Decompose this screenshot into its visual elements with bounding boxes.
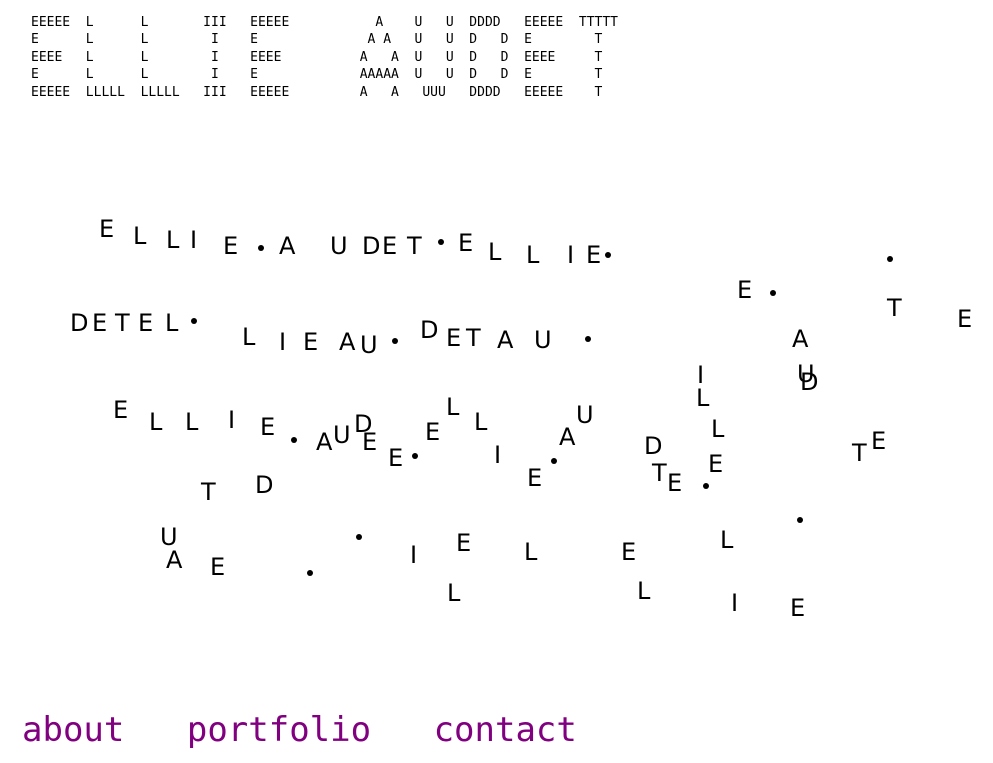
- scattered-letter: L: [166, 226, 180, 254]
- scattered-dot: [438, 239, 444, 245]
- scattered-letter: D: [255, 471, 274, 499]
- scattered-letter: E: [737, 276, 753, 304]
- scattered-letter: L: [133, 222, 147, 250]
- scattered-letter: A: [497, 326, 514, 354]
- scattered-letter: E: [456, 529, 472, 557]
- scattered-dot: [392, 338, 398, 344]
- scattered-letter: L: [720, 526, 734, 554]
- nav-link-portfolio[interactable]: portfolio: [187, 710, 371, 750]
- scattered-letter: E: [790, 594, 806, 622]
- scattered-letter: I: [567, 241, 575, 269]
- scattered-dot: [605, 252, 611, 258]
- scattered-letter: T: [115, 309, 130, 337]
- scattered-letter: E: [708, 450, 724, 478]
- scattered-dot: [551, 458, 557, 464]
- nav-link-about[interactable]: about: [22, 710, 124, 750]
- scattered-letter: L: [526, 241, 540, 269]
- scattered-letter: E: [303, 328, 319, 356]
- scattered-letter: D: [362, 232, 381, 260]
- scattered-dot: [356, 534, 362, 540]
- scattered-letter: T: [652, 459, 667, 487]
- scattered-letter: A: [339, 328, 356, 356]
- scattered-dot: [412, 453, 418, 459]
- scattered-letter: U: [330, 232, 348, 260]
- scattered-letter: T: [852, 439, 867, 467]
- scattered-letter: D: [420, 316, 439, 344]
- scattered-letter: E: [667, 469, 683, 497]
- scattered-dot: [585, 336, 591, 342]
- scattered-letter: E: [92, 309, 108, 337]
- scattered-letter: E: [223, 232, 239, 260]
- scattered-dot: [703, 483, 709, 489]
- scattered-letter: A: [166, 546, 183, 574]
- scattered-letter: I: [190, 226, 198, 254]
- scattered-letter: E: [586, 241, 602, 269]
- scattered-letter: I: [228, 406, 236, 434]
- scattered-letter: L: [474, 408, 488, 436]
- scattered-letter: U: [333, 421, 351, 449]
- scattered-dot: [307, 570, 313, 576]
- scattered-letter: A: [559, 423, 576, 451]
- scattered-letter: U: [576, 401, 594, 429]
- scattered-letter: T: [201, 478, 216, 506]
- scattered-letter: A: [316, 428, 333, 456]
- scattered-letter: E: [871, 427, 887, 455]
- scattered-letter: L: [149, 408, 163, 436]
- scattered-dot: [258, 245, 264, 251]
- scattered-letter: D: [70, 309, 89, 337]
- scattered-dot: [797, 517, 803, 523]
- scattered-letter: T: [466, 324, 481, 352]
- scattered-letter: E: [210, 553, 226, 581]
- scattered-letter: L: [524, 538, 538, 566]
- scattered-letter: E: [458, 229, 474, 257]
- scattered-letter: D: [800, 368, 819, 396]
- scattered-letter: E: [362, 428, 378, 456]
- scattered-dot: [191, 318, 197, 324]
- scattered-letter: L: [711, 415, 725, 443]
- scattered-letter: E: [113, 396, 129, 424]
- scattered-letter: L: [637, 577, 651, 605]
- scattered-letter: A: [792, 325, 809, 353]
- scattered-dot: [770, 290, 776, 296]
- scattered-letter: E: [425, 418, 441, 446]
- scattered-letter: E: [388, 444, 404, 472]
- scattered-dot: [887, 256, 893, 262]
- scattered-letter: D: [644, 432, 663, 460]
- scattered-letter: E: [382, 232, 398, 260]
- scattered-letter: E: [621, 538, 637, 566]
- scattered-letter: U: [534, 326, 552, 354]
- scattered-letter: U: [360, 331, 378, 359]
- scattered-letter: A: [279, 232, 296, 260]
- scattered-dot: [291, 437, 297, 443]
- scattered-letter: E: [446, 324, 462, 352]
- scattered-letter: T: [407, 232, 422, 260]
- scattered-letter: E: [260, 413, 276, 441]
- scattered-letter: L: [185, 408, 199, 436]
- scattered-letter: L: [488, 238, 502, 266]
- nav-link-contact[interactable]: contact: [434, 710, 577, 750]
- scattered-letter: E: [99, 215, 115, 243]
- main-navigation: about portfolio contact: [22, 708, 619, 752]
- scattered-letter: E: [957, 305, 973, 333]
- scattered-letter: L: [165, 309, 179, 337]
- scattered-letter: L: [446, 393, 460, 421]
- scattered-letter: E: [527, 464, 543, 492]
- scattered-letter: I: [494, 441, 502, 469]
- scattered-letter: I: [731, 589, 739, 617]
- scattered-letters-canvas: ELLIEAUDETELLIEETEAUDETELLIEAUDETAUIDLEL…: [0, 0, 993, 763]
- scattered-letter: L: [696, 384, 710, 412]
- scattered-letter: L: [242, 323, 256, 351]
- scattered-letter: T: [887, 294, 902, 322]
- scattered-letter: L: [447, 579, 461, 607]
- scattered-letter: E: [138, 309, 154, 337]
- scattered-letter: I: [410, 541, 418, 569]
- scattered-letter: I: [279, 328, 287, 356]
